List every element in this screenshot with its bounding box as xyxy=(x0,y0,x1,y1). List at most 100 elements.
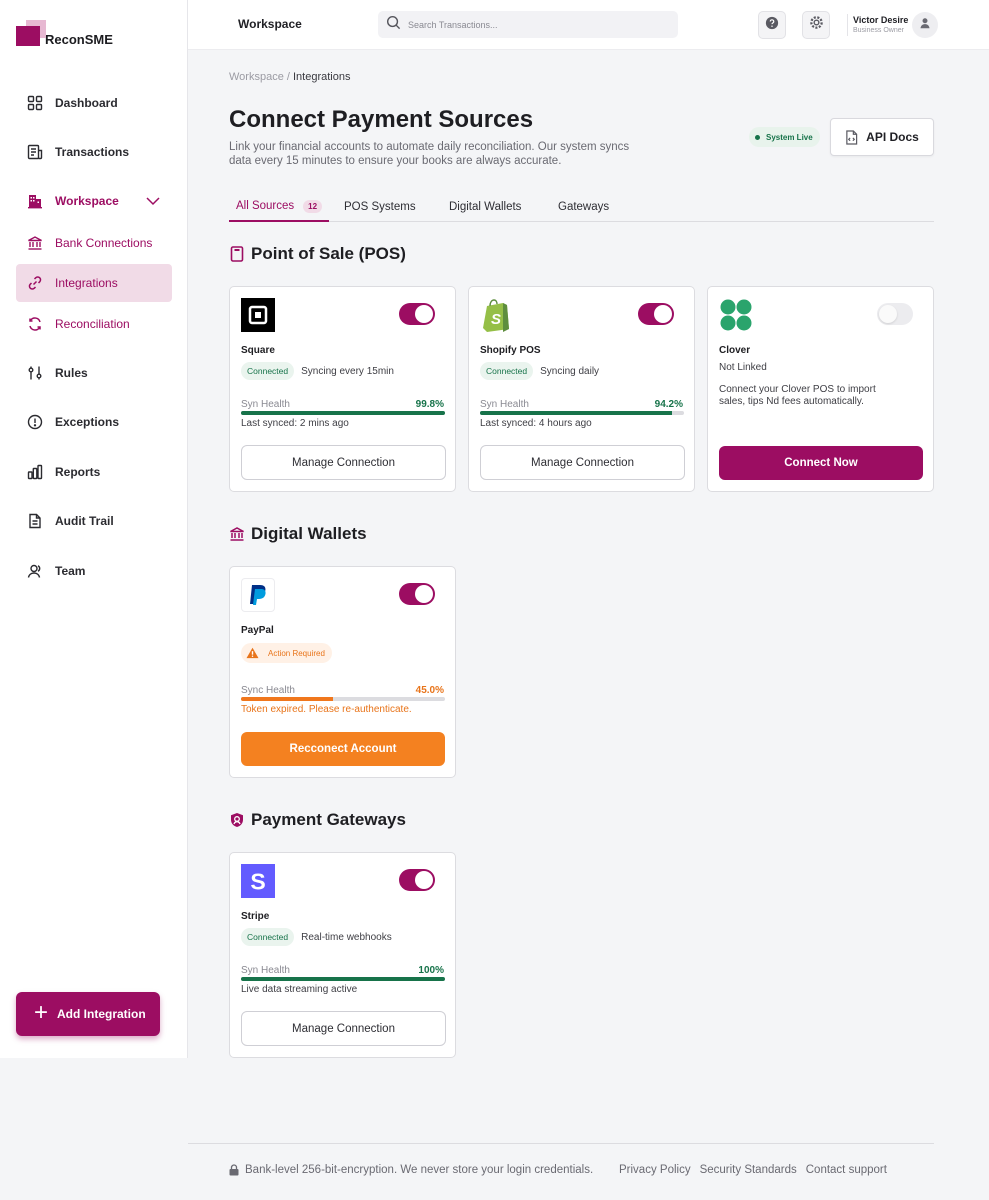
status-badge: Connected xyxy=(241,362,295,380)
sidebar-item-bank-connections[interactable]: Bank Connections xyxy=(16,224,172,262)
status-row: Connected Syncing every 15min xyxy=(241,362,394,380)
square-enable-toggle[interactable] xyxy=(399,303,435,325)
security-note-text: Bank-level 256-bit-encryption. We never … xyxy=(245,1164,594,1176)
health-label: Syn Health xyxy=(480,399,529,410)
source-tabs: All Sources 12 POS Systems Digital Walle… xyxy=(229,192,934,222)
warning-icon xyxy=(246,647,259,659)
system-status-label: System Live xyxy=(766,132,813,142)
search-input[interactable] xyxy=(408,19,648,30)
status-badge-label: Action Required xyxy=(268,648,325,658)
page-title: Connect Payment Sources xyxy=(229,106,534,133)
sidebar-item-reports[interactable]: Reports xyxy=(16,453,172,491)
shopify-logo-icon: S xyxy=(480,298,514,332)
sidebar-item-label: Workspace xyxy=(55,194,119,208)
sidebar-item-workspace[interactable]: Workspace xyxy=(16,182,172,220)
integration-name: Stripe xyxy=(241,911,270,922)
add-integration-label: Add Integration xyxy=(57,1007,146,1021)
square-logo-icon xyxy=(241,298,275,332)
health-label: Syn Health xyxy=(241,965,290,976)
tab-gateways[interactable]: Gateways xyxy=(558,192,609,222)
add-integration-button[interactable]: + Add Integration xyxy=(16,992,160,1036)
privacy-policy-link[interactable]: Privacy Policy xyxy=(619,1164,691,1176)
tablet-icon xyxy=(229,246,245,262)
sidebar: ReconSME Dashboard Transactions Workspac… xyxy=(0,0,188,1058)
top-bar: Workspace Victor Desire Business Owner xyxy=(188,0,989,50)
security-standards-link[interactable]: Security Standards xyxy=(700,1164,797,1176)
contact-support-link[interactable]: Contact support xyxy=(806,1164,887,1176)
paypal-enable-toggle[interactable] xyxy=(399,583,435,605)
avatar[interactable] xyxy=(912,12,938,38)
health-bar xyxy=(241,697,445,701)
plus-icon: + xyxy=(34,999,49,1026)
bank-icon xyxy=(229,526,245,542)
bank-icon xyxy=(27,235,43,251)
tab-count-badge: 12 xyxy=(303,199,323,213)
sidebar-item-exceptions[interactable]: Exceptions xyxy=(16,403,172,441)
health-value: 94.2% xyxy=(654,399,683,410)
status-badge: Connected xyxy=(241,928,295,946)
health-bar xyxy=(241,977,445,981)
sidebar-item-label: Audit Trail xyxy=(55,514,114,528)
last-synced: Last synced: 2 mins ago xyxy=(241,418,349,429)
sidebar-item-audit-trail[interactable]: Audit Trail xyxy=(16,502,172,540)
sidebar-item-team[interactable]: Team xyxy=(16,552,172,590)
building-icon xyxy=(27,193,43,209)
sidebar-item-rules[interactable]: Rules xyxy=(16,354,172,392)
topbar-title: Workspace xyxy=(238,17,302,31)
sidebar-item-dashboard[interactable]: Dashboard xyxy=(16,84,172,122)
clover-enable-toggle[interactable] xyxy=(877,303,913,325)
sidebar-item-integrations[interactable]: Integrations xyxy=(16,264,172,302)
tab-label: POS Systems xyxy=(344,201,416,213)
bar-chart-icon xyxy=(27,464,43,480)
shopify-enable-toggle[interactable] xyxy=(638,303,674,325)
stripe-enable-toggle[interactable] xyxy=(399,869,435,891)
status-badge: Action Required xyxy=(241,643,332,663)
tab-all-sources[interactable]: All Sources 12 xyxy=(229,192,330,222)
api-docs-button[interactable]: API Docs xyxy=(830,118,934,156)
integration-card-paypal: PayPal Action Required Sync Health 45.0%… xyxy=(229,566,456,778)
section-title-label: Payment Gateways xyxy=(251,810,406,829)
sidebar-item-transactions[interactable]: Transactions xyxy=(16,133,172,171)
tab-digital-wallets[interactable]: Digital Wallets xyxy=(449,192,521,222)
manage-connection-button[interactable]: Manage Connection xyxy=(241,1011,446,1046)
manage-connection-button[interactable]: Manage Connection xyxy=(241,445,446,480)
paypal-logo-icon xyxy=(241,578,275,612)
app-logo[interactable]: ReconSME xyxy=(16,20,113,48)
status-row: Connected Real-time webhooks xyxy=(241,928,392,946)
svg-text:S: S xyxy=(250,869,265,895)
breadcrumb-parent[interactable]: Workspace xyxy=(229,71,284,83)
health-bar xyxy=(241,411,445,415)
logo-mark-icon xyxy=(16,20,46,48)
user-name[interactable]: Victor Desire xyxy=(853,15,908,25)
health-value: 100% xyxy=(418,965,444,976)
section-title-gateways: Payment Gateways xyxy=(229,810,406,830)
lock-icon xyxy=(229,1164,239,1176)
connect-now-button[interactable]: Connect Now xyxy=(719,446,923,480)
help-button[interactable] xyxy=(758,11,786,39)
health-label: Sync Health xyxy=(241,685,295,696)
integration-card-clover: Clover Not Linked Connect your Clover PO… xyxy=(707,286,934,492)
sync-frequency: Syncing daily xyxy=(540,365,600,377)
sidebar-item-label: Transactions xyxy=(55,145,130,159)
system-status-badge: System Live xyxy=(749,127,820,147)
integration-name: PayPal xyxy=(241,625,274,636)
receipt-icon xyxy=(27,144,43,160)
status-row: Connected Syncing daily xyxy=(480,362,599,380)
app-name: ReconSME xyxy=(45,32,113,47)
search-bar[interactable] xyxy=(378,11,678,38)
manage-connection-button[interactable]: Manage Connection xyxy=(480,445,685,480)
footer-links: Privacy Policy Security Standards Contac… xyxy=(619,1164,896,1176)
integration-card-square: Square Connected Syncing every 15min Syn… xyxy=(229,286,456,492)
health-bar xyxy=(480,411,684,415)
chevron-down-icon[interactable] xyxy=(146,195,160,209)
sidebar-item-reconciliation[interactable]: Reconciliation xyxy=(16,305,172,343)
tab-pos-systems[interactable]: POS Systems xyxy=(344,192,416,222)
users-icon xyxy=(27,563,43,579)
user-icon xyxy=(919,16,931,34)
user-role: Business Owner xyxy=(853,27,904,34)
status-dot-icon xyxy=(755,134,760,140)
section-title-label: Point of Sale (POS) xyxy=(251,244,406,263)
settings-button[interactable] xyxy=(802,11,830,39)
tab-label: Digital Wallets xyxy=(449,201,522,213)
reconnect-account-button[interactable]: Recconect Account xyxy=(241,732,445,766)
